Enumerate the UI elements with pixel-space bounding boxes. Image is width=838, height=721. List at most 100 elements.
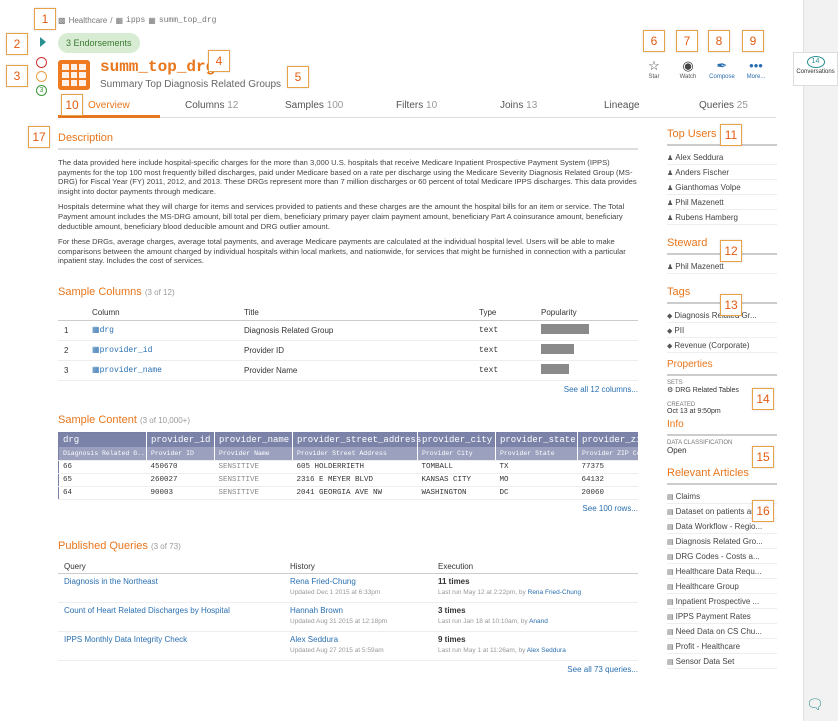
document-icon: ▤ <box>667 659 674 666</box>
user-item[interactable]: ♟ Rubens Hamberg <box>667 210 777 225</box>
trust-green-circle-icon[interactable]: 3 <box>36 85 47 96</box>
see-all-columns-link[interactable]: See all 12 columns... <box>564 385 638 394</box>
chat-icon[interactable]: 🗨 <box>806 696 824 713</box>
star-icon: ☆ <box>648 58 660 73</box>
sample-header[interactable]: provider_zi <box>577 432 638 447</box>
author-link[interactable]: Hannah Brown <box>290 606 343 615</box>
see-rows-link[interactable]: See 100 rows... <box>582 504 638 513</box>
query-link[interactable]: IPPS Monthly Data Integrity Check <box>64 635 187 644</box>
description-paragraph: For these DRGs, average charges, average… <box>58 237 626 266</box>
cell: SENSITIVE <box>214 473 293 487</box>
callout-marker: 8 <box>708 30 730 52</box>
article-title: Healthcare Data Requ... <box>675 567 762 576</box>
article-item[interactable]: ▤ Need Data on CS Chu... <box>667 624 777 639</box>
endorsements-badge[interactable]: 3 Endorsements <box>58 33 140 53</box>
sample-header[interactable]: provider_name <box>214 432 293 447</box>
last-run-user-link[interactable]: Anand <box>529 618 548 625</box>
play-icon[interactable] <box>40 37 46 47</box>
cell: TOMBALL <box>417 460 496 474</box>
tab-filters[interactable]: Filters 10 <box>396 100 437 111</box>
document-icon: ▤ <box>667 494 674 501</box>
database-icon: ▩ <box>58 16 66 25</box>
user-item[interactable]: ♟ Gianthomas Volpe <box>667 180 777 195</box>
column-type: text <box>473 360 535 381</box>
breadcrumb-schema[interactable]: ipps <box>126 16 145 25</box>
column-header: Type <box>473 306 535 321</box>
tab-joins[interactable]: Joins 13 <box>500 100 537 111</box>
article-item[interactable]: ▤ DRG Codes - Costs a... <box>667 549 777 564</box>
column-link[interactable]: provider_id <box>100 346 153 355</box>
article-item[interactable]: ▤ Healthcare Data Requ... <box>667 564 777 579</box>
tab-label: Columns <box>185 100 225 111</box>
trust-red-circle-icon[interactable] <box>36 57 47 68</box>
table-row[interactable]: 1 ▦drg Diagnosis Related Group text <box>58 320 638 341</box>
table-row: Diagnosis in the Northeast Rena Fried-Ch… <box>58 573 638 603</box>
article-title: Need Data on CS Chu... <box>675 627 762 636</box>
column-type: text <box>473 340 535 361</box>
user-item[interactable]: ♟ Phil Mazenett <box>667 195 777 210</box>
user-item[interactable]: ♟ Anders Fischer <box>667 165 777 180</box>
see-all-queries-link[interactable]: See all 73 queries... <box>567 665 638 674</box>
compose-button[interactable]: ✒ Compose <box>706 58 738 80</box>
exec-count: 9 times <box>438 635 466 644</box>
cell: 77375 <box>577 460 638 474</box>
column-link[interactable]: drg <box>100 326 114 335</box>
tag-item[interactable]: ◆ PII <box>667 323 777 338</box>
sample-header[interactable]: provider_state <box>495 432 578 447</box>
watch-button[interactable]: ◉ Watch <box>672 58 704 80</box>
callout-marker: 7 <box>676 30 698 52</box>
author-link[interactable]: Rena Fried-Chung <box>290 577 356 586</box>
user-icon: ♟ <box>667 155 674 162</box>
right-rail <box>803 0 838 721</box>
sample-header[interactable]: drg <box>58 432 147 447</box>
article-item[interactable]: ▤ Profit - Healthcare <box>667 639 777 654</box>
user-item[interactable]: ♟ Alex Seddura <box>667 150 777 165</box>
page-title: summ_top_drg <box>100 58 216 76</box>
document-icon: ▤ <box>667 509 674 516</box>
article-item[interactable]: ▤ Sensor Data Set <box>667 654 777 669</box>
article-item[interactable]: ▤ Healthcare Group <box>667 579 777 594</box>
page-subtitle: Summary Top Diagnosis Related Groups <box>100 79 282 90</box>
query-link[interactable]: Diagnosis in the Northeast <box>64 577 158 586</box>
description-section: Description The data provided here inclu… <box>58 132 638 272</box>
tab-lineage[interactable]: Lineage <box>604 100 640 111</box>
callout-marker: 16 <box>752 500 774 522</box>
tag-item[interactable]: ◆ Revenue (Corporate) <box>667 338 777 353</box>
more-button[interactable]: ••• More... <box>740 58 772 80</box>
sample-header[interactable]: provider_city <box>417 432 496 447</box>
tab-label: Samples <box>285 100 324 111</box>
table-row[interactable]: 2 ▦provider_id Provider ID text <box>58 340 638 361</box>
table-row: IPPS Monthly Data Integrity Check Alex S… <box>58 631 638 661</box>
article-item[interactable]: ▤ Inpatient Prospective ... <box>667 594 777 609</box>
sample-header[interactable]: provider_id <box>146 432 215 447</box>
tab-count: 12 <box>227 100 239 111</box>
cell: SENSITIVE <box>214 460 293 474</box>
callout-marker: 11 <box>720 124 742 146</box>
last-run-user-link[interactable]: Rena Fried-Chung <box>528 589 581 596</box>
star-button[interactable]: ☆ Star <box>638 58 670 80</box>
author-link[interactable]: Alex Seddura <box>290 635 338 644</box>
breadcrumb-db[interactable]: Healthcare <box>69 16 108 25</box>
table-row[interactable]: 3 ▦provider_name Provider Name text <box>58 360 638 381</box>
popularity-bar <box>541 324 589 334</box>
sample-header[interactable]: provider_street_address <box>292 432 421 447</box>
cell: KANSAS CITY <box>417 473 496 487</box>
query-link[interactable]: Count of Heart Related Discharges by Hos… <box>64 606 230 615</box>
last-run-user-link[interactable]: Alex Seddura <box>527 647 566 654</box>
updated-text: Updated Aug 31 2015 at 12:18pm <box>290 618 388 625</box>
tab-overview[interactable]: Overview <box>88 100 130 111</box>
tab-label: Overview <box>88 100 130 111</box>
tab-queries[interactable]: Queries 25 <box>699 100 748 111</box>
column-link[interactable]: provider_name <box>100 366 162 375</box>
conversations-button[interactable]: 14 Conversations <box>793 52 838 86</box>
user-name: Anders Fischer <box>675 168 730 177</box>
tab-samples[interactable]: Samples 100 <box>285 100 343 111</box>
user-name: Rubens Hamberg <box>675 213 738 222</box>
article-item[interactable]: ▤ Diagnosis Related Gro... <box>667 534 777 549</box>
column-icon: ▦ <box>92 325 100 334</box>
article-title: Dataset on patients an... <box>675 507 763 516</box>
article-item[interactable]: ▤ IPPS Payment Rates <box>667 609 777 624</box>
queries-table: Query History Execution Diagnosis in the… <box>58 560 638 661</box>
tab-columns[interactable]: Columns 12 <box>185 100 238 111</box>
trust-orange-circle-icon[interactable] <box>36 71 47 82</box>
